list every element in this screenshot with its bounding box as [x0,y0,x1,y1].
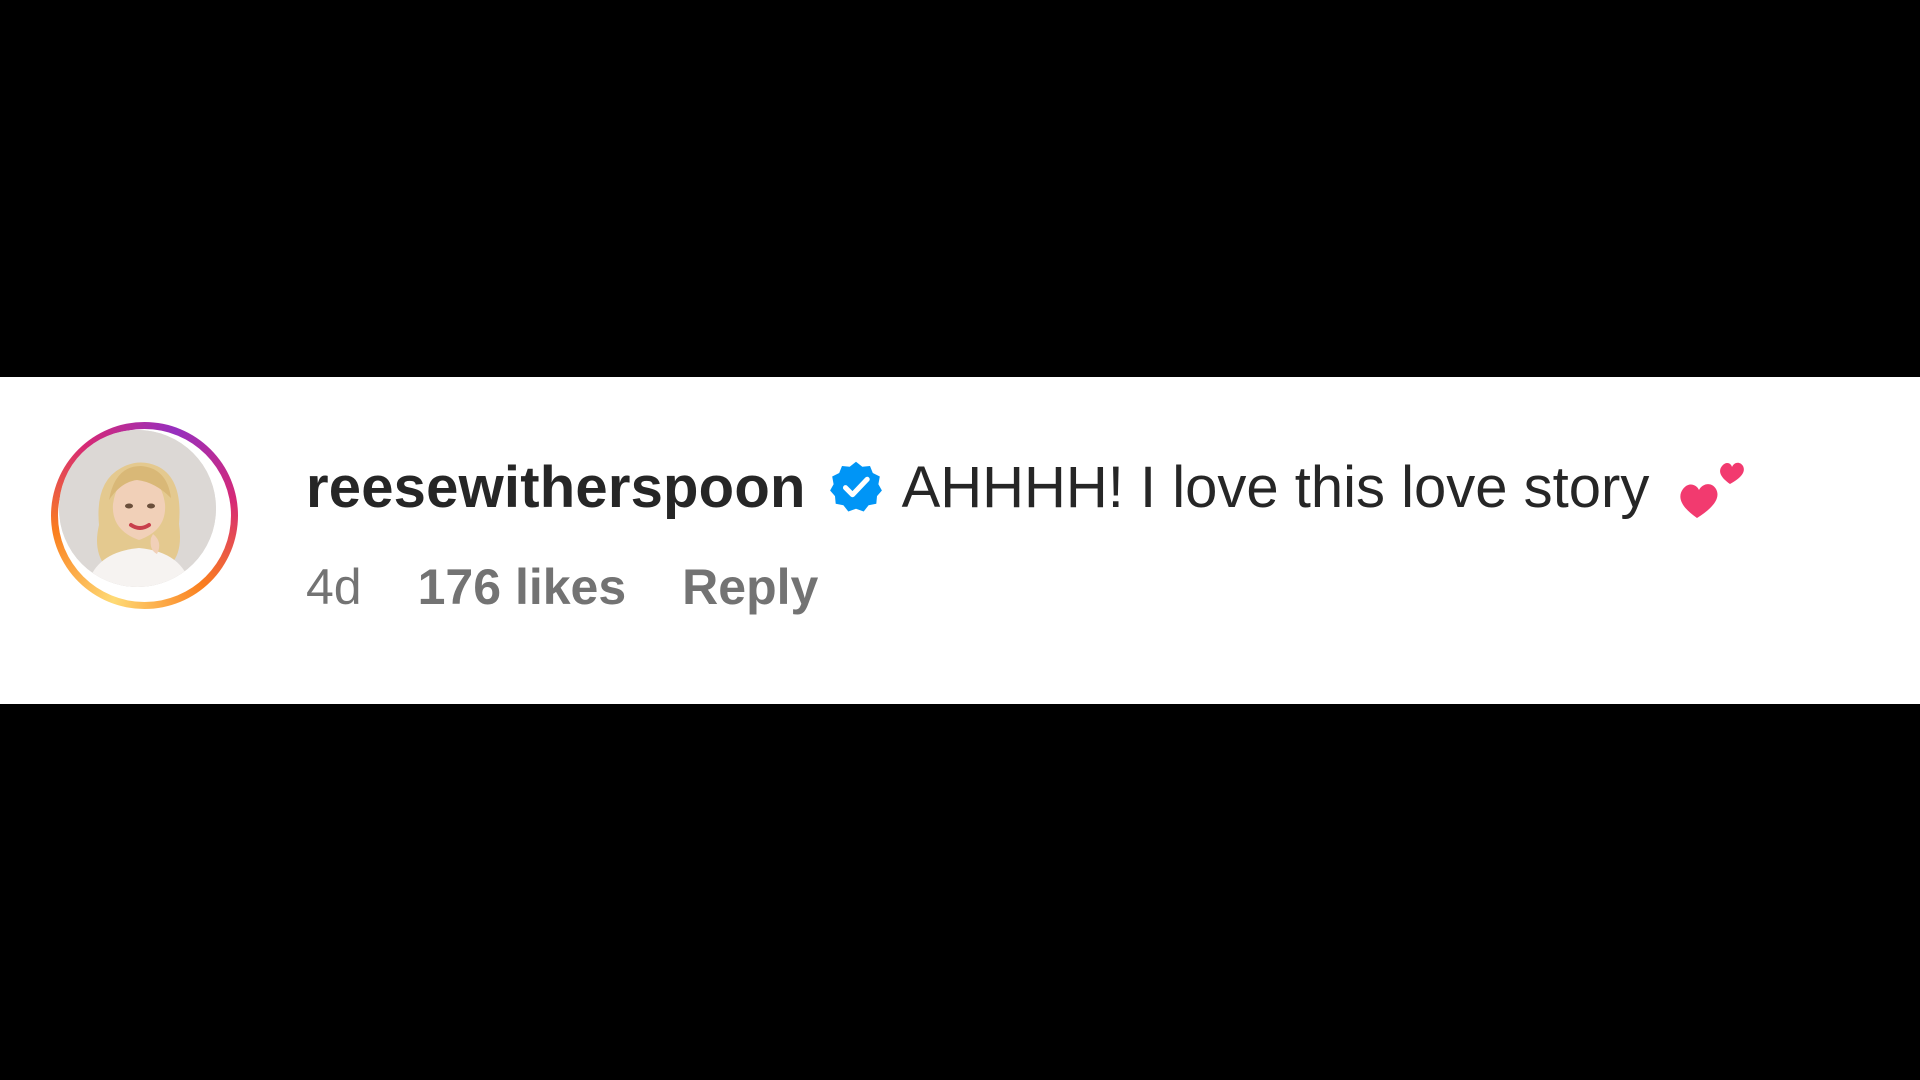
comment-meta: 4d 176 likes Reply [306,557,818,617]
username-link[interactable]: reesewitherspoon [306,454,806,521]
likes-count[interactable]: 176 likes [418,558,627,616]
reply-button[interactable]: Reply [682,558,818,616]
story-ring[interactable] [51,422,238,609]
verified-badge-icon [828,459,884,515]
two-hearts-emoji-icon [1675,450,1749,524]
screenshot-frame: reesewitherspoon AHHHH! I love this love… [0,0,1920,1080]
comment-line: reesewitherspoon AHHHH! I love this love… [306,447,1749,527]
avatar[interactable] [59,430,216,587]
comment-text: AHHHH! I love this love story [901,454,1650,520]
avatar-image [59,430,216,587]
comment-card: reesewitherspoon AHHHH! I love this love… [0,377,1920,704]
comment-timestamp[interactable]: 4d [306,558,362,616]
